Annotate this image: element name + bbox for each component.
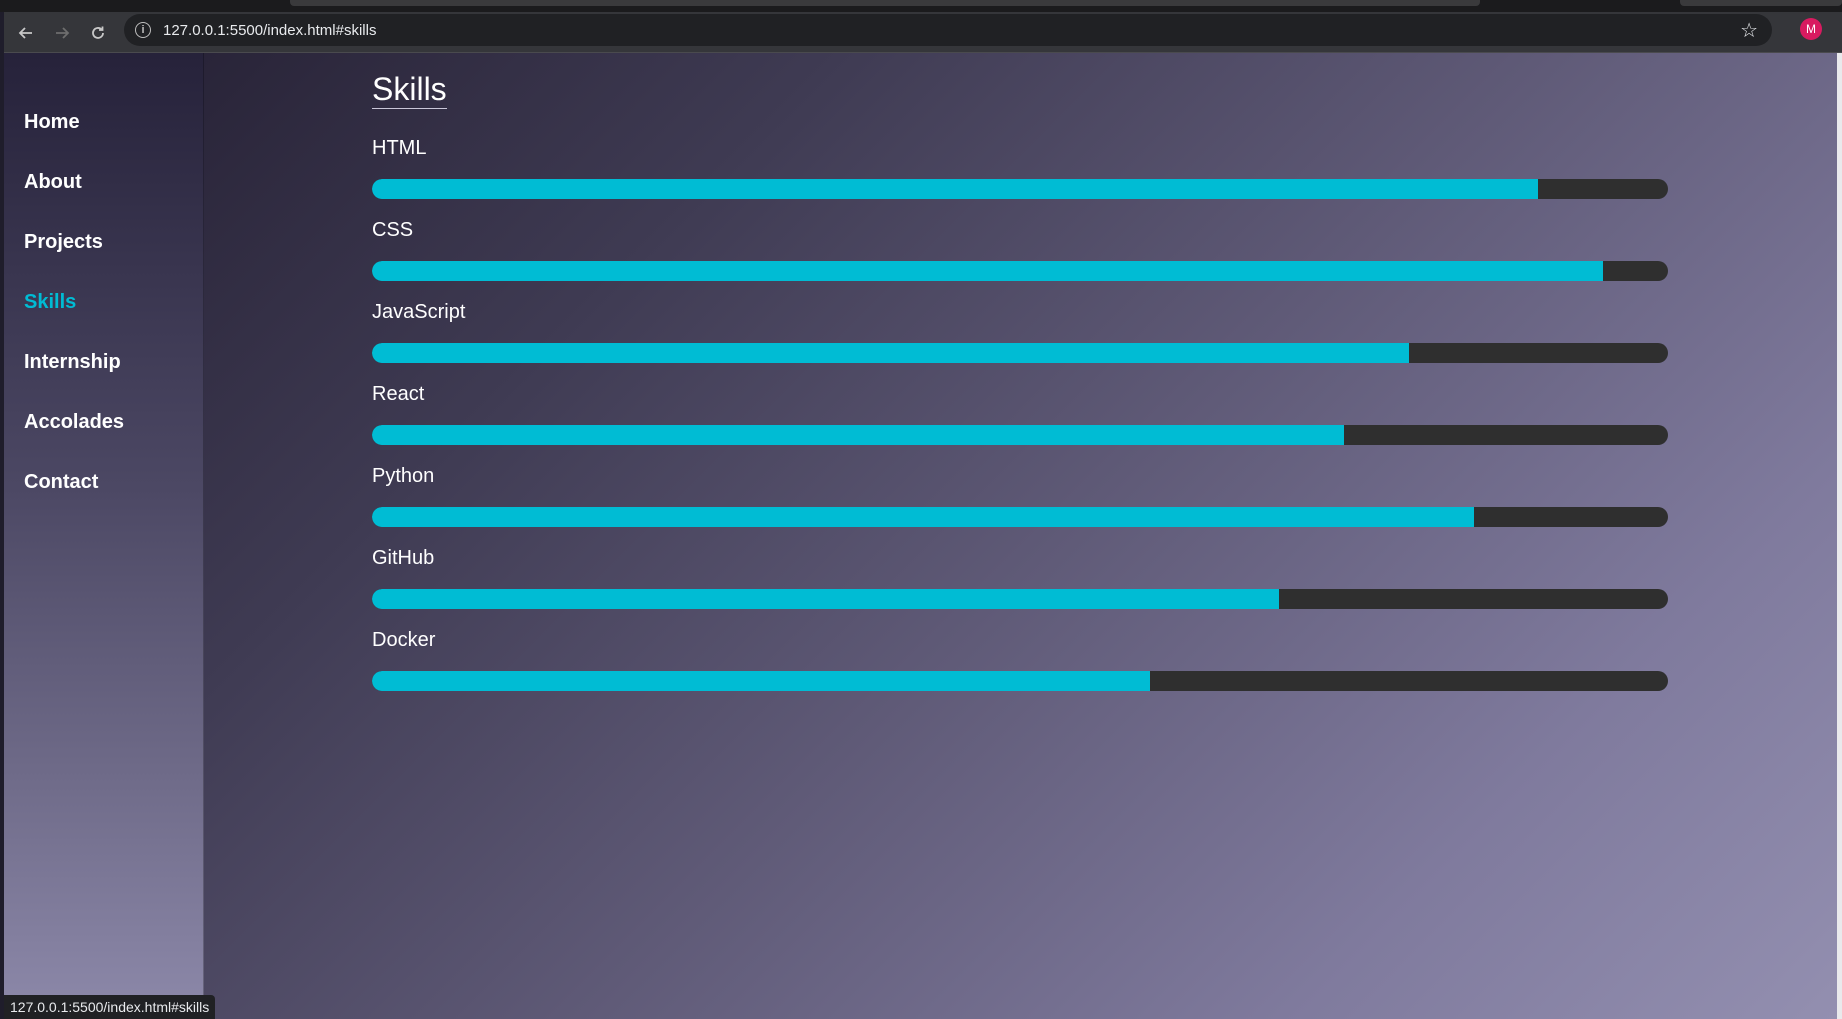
page-scrollbar[interactable]	[1837, 53, 1842, 1019]
skill-label: CSS	[372, 219, 414, 241]
site-info-icon[interactable]: i	[135, 22, 151, 38]
skill-bar-fill	[372, 179, 1539, 199]
reload-button[interactable]	[80, 18, 116, 48]
sidebar-item-about[interactable]: About	[24, 171, 82, 194]
browser-toolbar: i 127.0.0.1:5500/index.html#skills ☆ M	[4, 12, 1842, 53]
skill-bar-track	[372, 671, 1668, 691]
link-status-bubble: 127.0.0.1:5500/index.html#skills	[4, 995, 216, 1019]
reload-icon	[92, 26, 104, 39]
skill-bar-track	[372, 507, 1668, 527]
skill-bar-fill	[372, 425, 1344, 445]
skill-label: GitHub	[372, 547, 435, 569]
bookmark-star-icon[interactable]: ☆	[1740, 18, 1758, 43]
skill-bar-fill	[372, 589, 1280, 609]
tab-strip-edge	[1680, 0, 1842, 6]
skill-bar-track	[372, 179, 1668, 199]
sidebar: Home About Projects Skills Internship Ac…	[4, 53, 204, 1019]
profile-avatar[interactable]: M	[1800, 18, 1822, 40]
skill-bar-fill	[372, 507, 1474, 527]
page-viewport: Home About Projects Skills Internship Ac…	[4, 53, 1837, 1019]
skill-label: Python	[372, 465, 435, 487]
sidebar-item-contact[interactable]: Contact	[24, 471, 98, 494]
skill-label: React	[372, 383, 425, 405]
skill-bar-track	[372, 343, 1668, 363]
back-button[interactable]	[8, 18, 44, 48]
tab-strip	[0, 0, 1842, 12]
tab-strip-edge	[290, 0, 1480, 6]
skill-label: HTML	[372, 137, 427, 159]
skill-bar-fill	[372, 671, 1150, 691]
back-arrow-icon	[18, 26, 32, 39]
url-text[interactable]: 127.0.0.1:5500/index.html#skills	[163, 22, 376, 39]
skill-label: JavaScript	[372, 301, 466, 323]
forward-button[interactable]	[44, 18, 80, 48]
skill-bar-track	[372, 425, 1668, 445]
skill-label: Docker	[372, 629, 436, 651]
skill-bar-track	[372, 261, 1668, 281]
sidebar-item-internship[interactable]: Internship	[24, 351, 121, 374]
address-bar[interactable]: i 127.0.0.1:5500/index.html#skills ☆	[124, 14, 1772, 46]
forward-arrow-icon	[56, 26, 70, 39]
sidebar-item-accolades[interactable]: Accolades	[24, 411, 124, 434]
page-title: Skills	[372, 71, 447, 109]
sidebar-item-projects[interactable]: Projects	[24, 231, 103, 254]
skill-bar-fill	[372, 261, 1604, 281]
sidebar-item-home[interactable]: Home	[24, 111, 80, 134]
skill-bar-track	[372, 589, 1668, 609]
skill-bar-fill	[372, 343, 1409, 363]
sidebar-item-skills[interactable]: Skills	[24, 291, 76, 314]
